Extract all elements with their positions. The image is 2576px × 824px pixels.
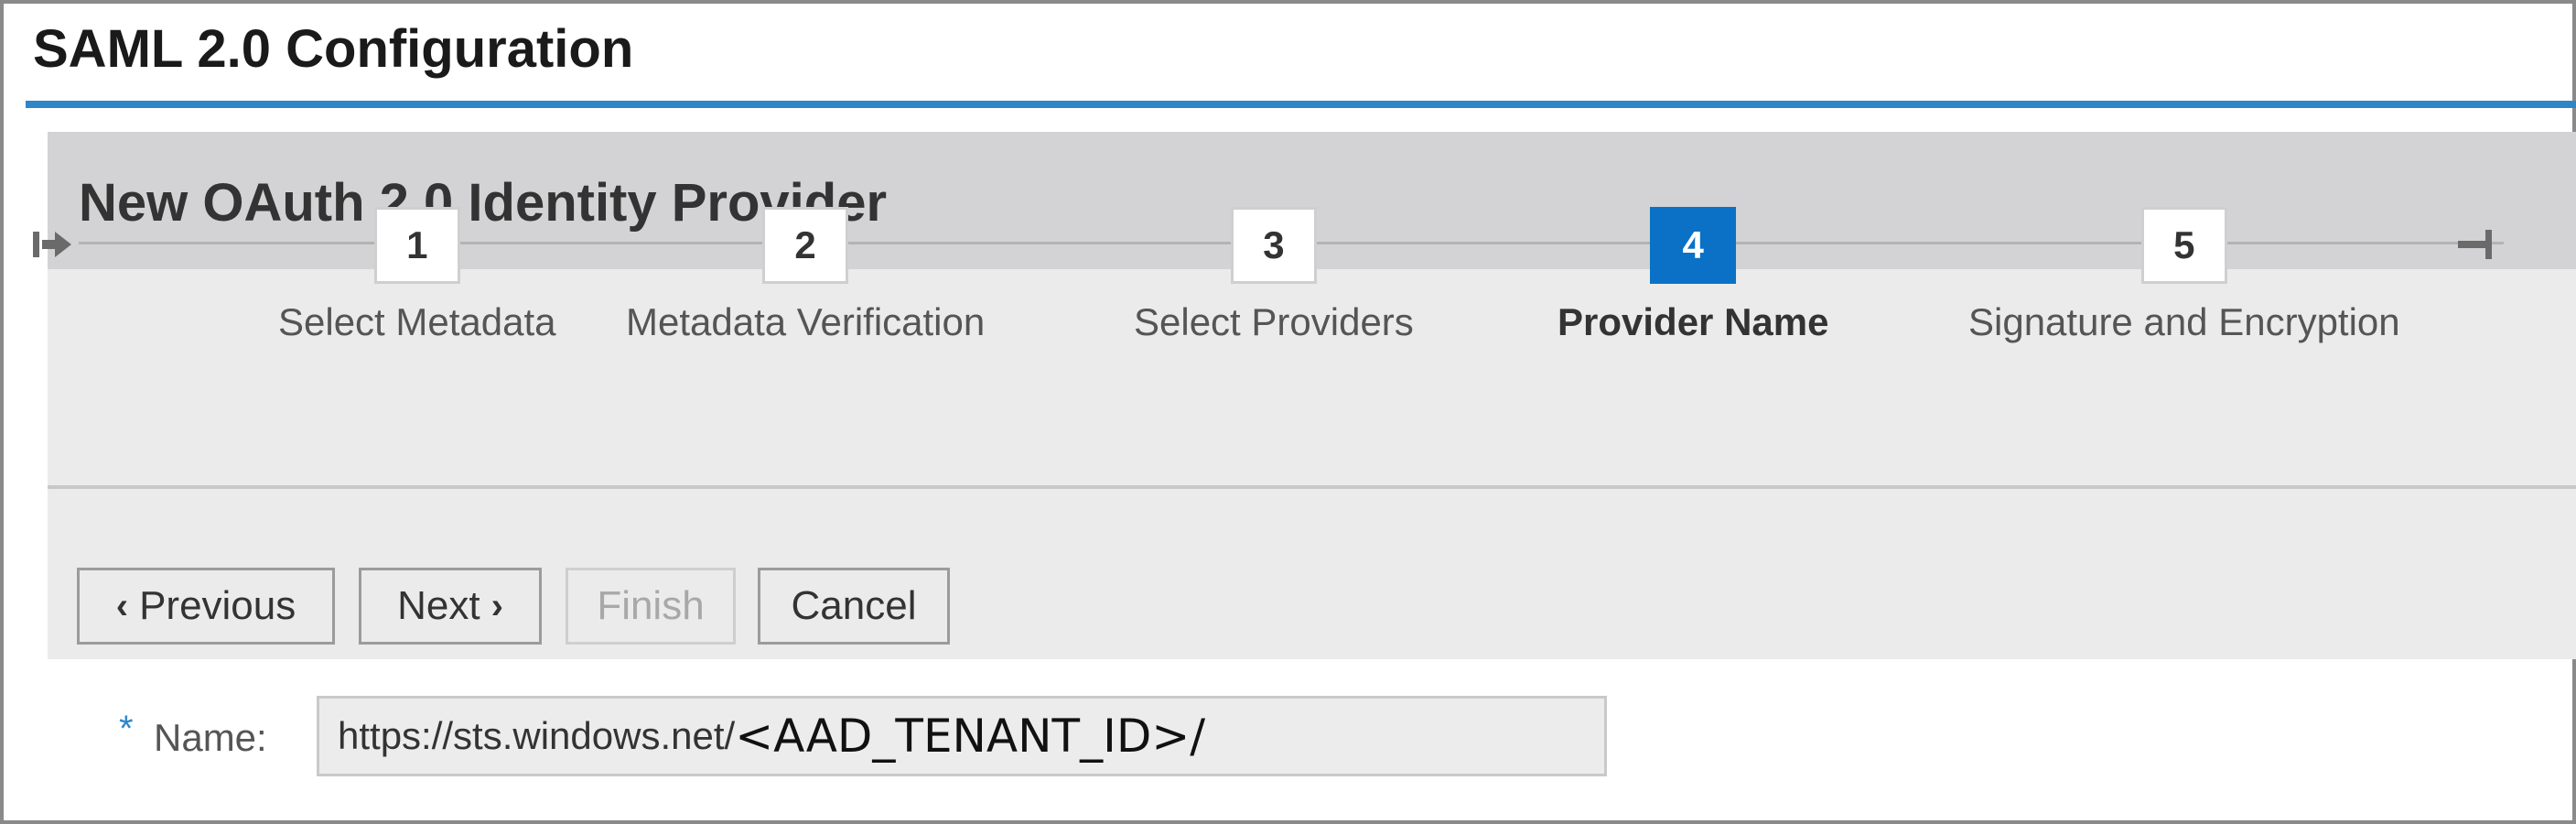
step-4[interactable]: 4 Provider Name	[1557, 207, 1828, 344]
step-number-active: 4	[1650, 207, 1737, 284]
step-1[interactable]: 1 Select Metadata	[278, 207, 556, 344]
name-input-url: https://sts.windows.net/	[338, 714, 736, 757]
step-number: 5	[2140, 207, 2227, 284]
chevron-left-icon: ‹	[115, 585, 129, 626]
name-input-tenant-placeholder: <AAD_TENANT_ID>/	[735, 710, 1206, 763]
step-label: Select Providers	[1134, 300, 1414, 343]
wizard-toolbar: ‹ Previous Next › Finish Cancel	[48, 549, 2576, 659]
finish-label: Finish	[597, 583, 705, 628]
page-title: SAML 2.0 Configuration	[33, 19, 634, 79]
step-label: Metadata Verification	[626, 300, 986, 343]
next-label: Next	[397, 583, 480, 628]
cancel-button[interactable]: Cancel	[758, 568, 950, 645]
required-marker: *	[119, 709, 134, 749]
step-label-active: Provider Name	[1557, 300, 1829, 343]
step-3[interactable]: 3 Select Providers	[1134, 207, 1414, 344]
step-label: Select Metadata	[278, 300, 556, 343]
step-start-icon	[31, 232, 77, 257]
finish-button[interactable]: Finish	[566, 568, 736, 645]
chevron-right-icon: ›	[490, 585, 503, 626]
previous-button[interactable]: ‹ Previous	[77, 568, 335, 645]
next-button[interactable]: Next ›	[359, 568, 542, 645]
step-number: 1	[373, 207, 460, 284]
step-end-icon	[2454, 230, 2500, 259]
name-input[interactable]: https://sts.windows.net/ <AAD_TENANT_ID>…	[317, 696, 1607, 776]
cancel-label: Cancel	[791, 583, 917, 628]
step-number: 2	[762, 207, 849, 284]
name-label: Name:	[154, 716, 267, 759]
previous-label: Previous	[139, 583, 296, 628]
title-divider	[26, 101, 2576, 108]
step-number: 3	[1230, 207, 1317, 284]
step-label: Signature and Encryption	[1968, 300, 2400, 343]
step-2[interactable]: 2 Metadata Verification	[626, 207, 985, 344]
window-frame: SAML 2.0 Configuration New OAuth 2.0 Ide…	[0, 0, 2576, 824]
step-5[interactable]: 5 Signature and Encryption	[1968, 207, 2400, 344]
